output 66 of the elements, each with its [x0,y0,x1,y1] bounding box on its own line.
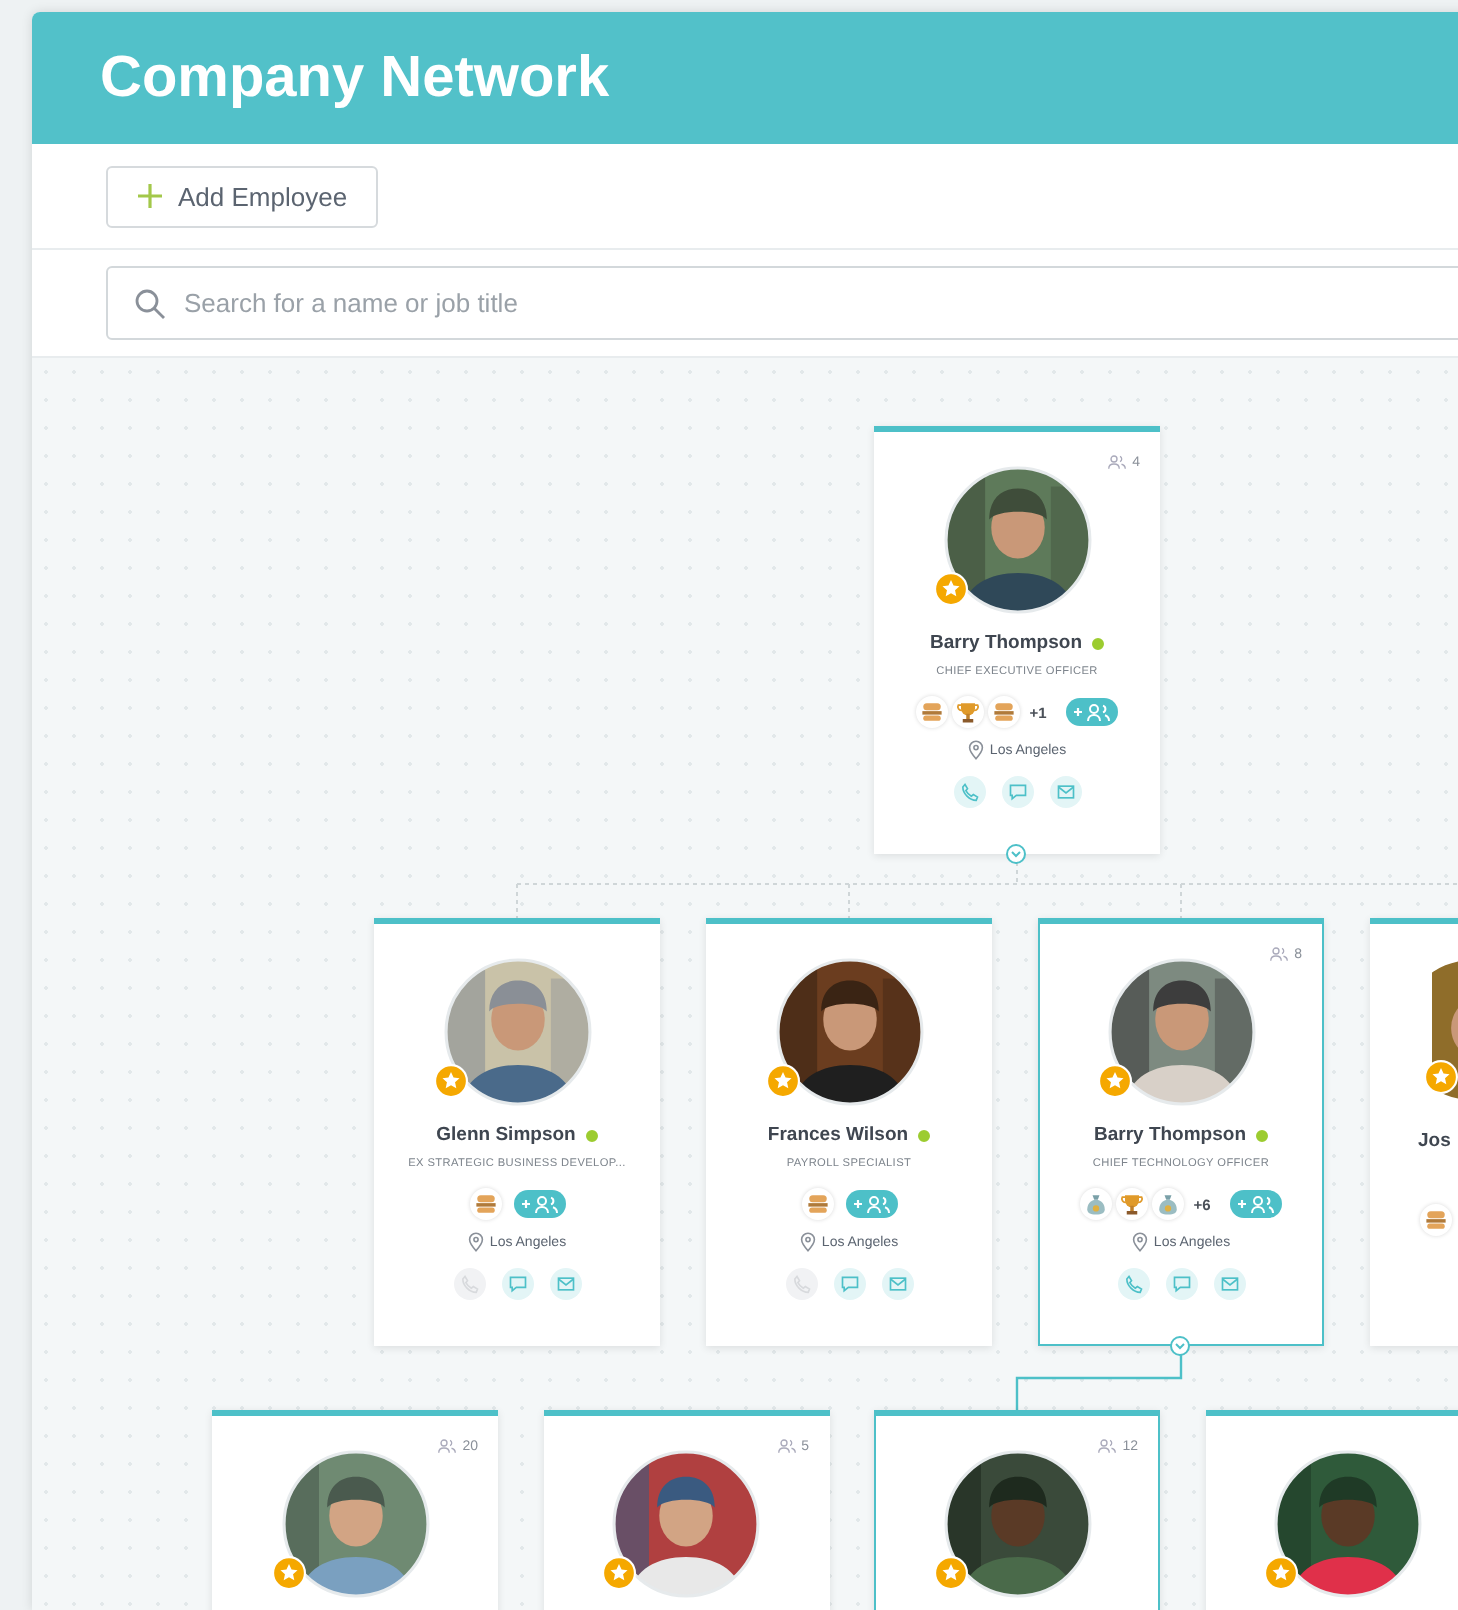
window-title: Company Network [100,45,610,111]
mail-button[interactable] [1213,1268,1245,1300]
add-connection-button[interactable] [845,1190,897,1218]
trophy-icon [1115,1188,1148,1220]
star-badge-icon [1097,1064,1131,1098]
mail-icon [555,1274,575,1294]
medal-icon [1420,1204,1452,1236]
star-badge-icon [933,1556,967,1590]
employee-card[interactable]: Jos [1370,918,1458,1346]
employee-name: Glenn Simpson [436,1124,576,1146]
medal-icon [915,696,948,728]
phone-icon [459,1274,479,1294]
phone-icon [791,1274,811,1294]
add-connection-button[interactable] [513,1190,565,1218]
employee-name: Barry Thompson [1093,1124,1246,1146]
phone-button[interactable] [953,776,985,808]
location-pin-icon [967,740,984,760]
collapse-toggle-icon[interactable] [1170,1336,1190,1356]
mail-icon [1055,782,1075,802]
location-pin-icon [799,1232,816,1252]
add-employee-button[interactable]: Add Employee [106,165,378,227]
mail-icon [887,1274,907,1294]
plus-icon [136,182,164,210]
mail-button[interactable] [549,1268,581,1300]
employee-name: Barry Thompson [929,632,1082,654]
location-pin-icon [1131,1232,1148,1252]
medal-icon [801,1188,833,1220]
star-badge-icon [765,1064,799,1098]
people-icon [1108,454,1127,470]
collapse-toggle-icon[interactable] [1006,844,1026,864]
star-badge-icon [433,1064,467,1098]
people-icon [1098,1438,1117,1454]
search-icon [134,288,166,320]
add-connection-button[interactable] [1066,698,1119,726]
employee-name: Jos [1418,1130,1451,1152]
chat-icon [1171,1274,1191,1294]
trophy-icon [951,696,984,728]
star-badge-icon [933,572,967,606]
people-icon [777,1438,796,1454]
phone-button[interactable] [1117,1268,1149,1300]
phone-icon [959,782,979,802]
search-field[interactable]: Search for a name or job title [106,266,1458,340]
chat-icon [1007,782,1027,802]
mail-button[interactable] [1049,776,1081,808]
chat-icon [507,1274,527,1294]
phone-icon [1123,1274,1143,1294]
people-icon [1270,946,1289,962]
chat-icon [839,1274,859,1294]
employee-name: Frances Wilson [767,1124,909,1146]
chat-button[interactable] [1001,776,1033,808]
mail-button[interactable] [881,1268,913,1300]
chat-button[interactable] [501,1268,533,1300]
chat-button[interactable] [833,1268,865,1300]
star-badge-icon [1424,1060,1458,1094]
people-icon [438,1438,457,1454]
location-pin-icon [467,1232,484,1252]
chat-button[interactable] [1165,1268,1197,1300]
money-bag-icon [1079,1188,1112,1220]
money-bag-icon [1151,1188,1184,1220]
star-badge-icon [271,1556,305,1590]
mail-icon [1219,1274,1239,1294]
medal-icon [469,1188,501,1220]
star-badge-icon [602,1556,636,1590]
add-connection-button[interactable] [1230,1190,1283,1218]
medal-icon [987,696,1020,728]
star-badge-icon [1264,1556,1298,1590]
